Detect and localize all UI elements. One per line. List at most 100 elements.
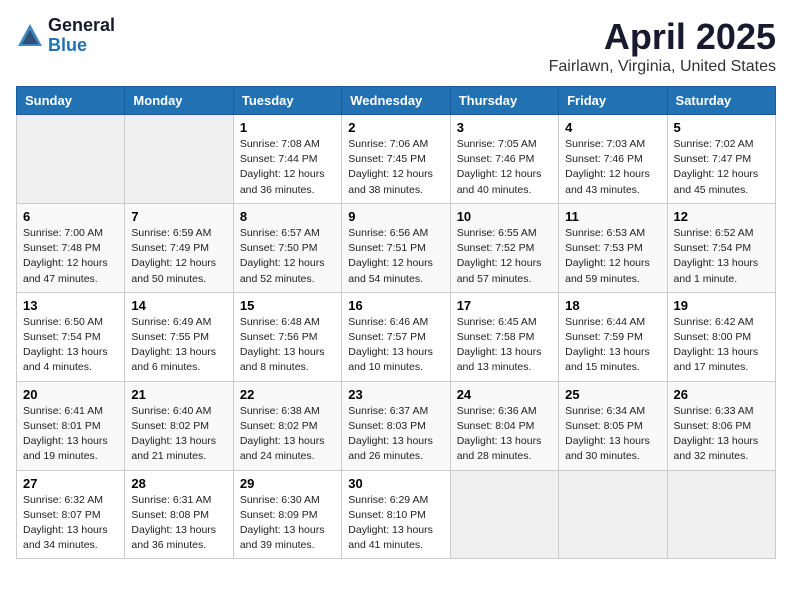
day-cell — [17, 115, 125, 204]
day-number: 21 — [131, 387, 226, 402]
day-info: Sunrise: 6:46 AM Sunset: 7:57 PM Dayligh… — [348, 315, 443, 376]
day-cell: 8 Sunrise: 6:57 AM Sunset: 7:50 PM Daylig… — [233, 203, 341, 292]
day-cell: 13 Sunrise: 6:50 AM Sunset: 7:54 PM Dayli… — [17, 292, 125, 381]
day-info: Sunrise: 6:42 AM Sunset: 8:00 PM Dayligh… — [674, 315, 769, 376]
week-row: 1Sunrise: 7:08 AM Sunset: 7:44 PM Daylig… — [17, 115, 776, 204]
day-cell: 20 Sunrise: 6:41 AM Sunset: 8:01 PM Dayli… — [17, 381, 125, 470]
day-info: Sunrise: 7:00 AM Sunset: 7:48 PM Dayligh… — [23, 226, 118, 287]
header-cell-thursday: Thursday — [450, 87, 558, 115]
day-cell: 27 Sunrise: 6:32 AM Sunset: 8:07 PM Dayli… — [17, 470, 125, 559]
day-info: Sunrise: 7:03 AM Sunset: 7:46 PM Dayligh… — [565, 137, 660, 198]
day-cell: 16 Sunrise: 6:46 AM Sunset: 7:57 PM Dayli… — [342, 292, 450, 381]
day-info: Sunrise: 6:37 AM Sunset: 8:03 PM Dayligh… — [348, 404, 443, 465]
day-info: Sunrise: 6:57 AM Sunset: 7:50 PM Dayligh… — [240, 226, 335, 287]
week-row: 6 Sunrise: 7:00 AM Sunset: 7:48 PM Daylig… — [17, 203, 776, 292]
day-number: 12 — [674, 209, 769, 224]
logo-text: General Blue — [48, 16, 115, 56]
day-info: Sunrise: 6:50 AM Sunset: 7:54 PM Dayligh… — [23, 315, 118, 376]
day-cell: 17 Sunrise: 6:45 AM Sunset: 7:58 PM Dayli… — [450, 292, 558, 381]
week-row: 20 Sunrise: 6:41 AM Sunset: 8:01 PM Dayli… — [17, 381, 776, 470]
day-info: Sunrise: 6:33 AM Sunset: 8:06 PM Dayligh… — [674, 404, 769, 465]
day-cell: 3Sunrise: 7:05 AM Sunset: 7:46 PM Daylig… — [450, 115, 558, 204]
day-info: Sunrise: 6:38 AM Sunset: 8:02 PM Dayligh… — [240, 404, 335, 465]
header-cell-tuesday: Tuesday — [233, 87, 341, 115]
day-number: 2 — [348, 120, 443, 135]
day-cell: 21 Sunrise: 6:40 AM Sunset: 8:02 PM Dayli… — [125, 381, 233, 470]
day-number: 3 — [457, 120, 552, 135]
day-number: 8 — [240, 209, 335, 224]
day-cell: 6 Sunrise: 7:00 AM Sunset: 7:48 PM Daylig… — [17, 203, 125, 292]
day-info: Sunrise: 6:32 AM Sunset: 8:07 PM Dayligh… — [23, 493, 118, 554]
day-number: 16 — [348, 298, 443, 313]
day-info: Sunrise: 6:36 AM Sunset: 8:04 PM Dayligh… — [457, 404, 552, 465]
day-info: Sunrise: 6:45 AM Sunset: 7:58 PM Dayligh… — [457, 315, 552, 376]
day-info: Sunrise: 6:41 AM Sunset: 8:01 PM Dayligh… — [23, 404, 118, 465]
day-number: 17 — [457, 298, 552, 313]
day-number: 27 — [23, 476, 118, 491]
day-info: Sunrise: 6:49 AM Sunset: 7:55 PM Dayligh… — [131, 315, 226, 376]
day-info: Sunrise: 6:55 AM Sunset: 7:52 PM Dayligh… — [457, 226, 552, 287]
day-info: Sunrise: 6:34 AM Sunset: 8:05 PM Dayligh… — [565, 404, 660, 465]
header-cell-sunday: Sunday — [17, 87, 125, 115]
day-info: Sunrise: 6:52 AM Sunset: 7:54 PM Dayligh… — [674, 226, 769, 287]
day-cell: 2 Sunrise: 7:06 AM Sunset: 7:45 PM Daylig… — [342, 115, 450, 204]
day-info: Sunrise: 6:31 AM Sunset: 8:08 PM Dayligh… — [131, 493, 226, 554]
day-number: 4 — [565, 120, 660, 135]
day-cell: 25Sunrise: 6:34 AM Sunset: 8:05 PM Dayli… — [559, 381, 667, 470]
day-info: Sunrise: 6:44 AM Sunset: 7:59 PM Dayligh… — [565, 315, 660, 376]
day-number: 26 — [674, 387, 769, 402]
day-number: 13 — [23, 298, 118, 313]
day-cell: 7Sunrise: 6:59 AM Sunset: 7:49 PM Daylig… — [125, 203, 233, 292]
day-cell: 9Sunrise: 6:56 AM Sunset: 7:51 PM Daylig… — [342, 203, 450, 292]
day-cell: 26 Sunrise: 6:33 AM Sunset: 8:06 PM Dayli… — [667, 381, 775, 470]
day-cell: 1Sunrise: 7:08 AM Sunset: 7:44 PM Daylig… — [233, 115, 341, 204]
day-number: 20 — [23, 387, 118, 402]
day-number: 24 — [457, 387, 552, 402]
day-info: Sunrise: 6:48 AM Sunset: 7:56 PM Dayligh… — [240, 315, 335, 376]
day-cell: 30 Sunrise: 6:29 AM Sunset: 8:10 PM Dayli… — [342, 470, 450, 559]
day-number: 19 — [674, 298, 769, 313]
day-info: Sunrise: 6:29 AM Sunset: 8:10 PM Dayligh… — [348, 493, 443, 554]
day-cell: 14Sunrise: 6:49 AM Sunset: 7:55 PM Dayli… — [125, 292, 233, 381]
day-number: 29 — [240, 476, 335, 491]
day-cell: 12 Sunrise: 6:52 AM Sunset: 7:54 PM Dayli… — [667, 203, 775, 292]
day-number: 23 — [348, 387, 443, 402]
day-info: Sunrise: 6:59 AM Sunset: 7:49 PM Dayligh… — [131, 226, 226, 287]
day-number: 30 — [348, 476, 443, 491]
subtitle: Fairlawn, Virginia, United States — [549, 58, 776, 76]
main-title: April 2025 — [549, 16, 776, 58]
title-block: April 2025 Fairlawn, Virginia, United St… — [549, 16, 776, 76]
header-row: SundayMondayTuesdayWednesdayThursdayFrid… — [17, 87, 776, 115]
day-cell: 10 Sunrise: 6:55 AM Sunset: 7:52 PM Dayli… — [450, 203, 558, 292]
day-cell — [559, 470, 667, 559]
day-info: Sunrise: 6:53 AM Sunset: 7:53 PM Dayligh… — [565, 226, 660, 287]
day-number: 6 — [23, 209, 118, 224]
day-cell — [667, 470, 775, 559]
day-cell: 24 Sunrise: 6:36 AM Sunset: 8:04 PM Dayli… — [450, 381, 558, 470]
calendar-table: SundayMondayTuesdayWednesdayThursdayFrid… — [16, 86, 776, 559]
header-cell-friday: Friday — [559, 87, 667, 115]
day-info: Sunrise: 6:40 AM Sunset: 8:02 PM Dayligh… — [131, 404, 226, 465]
logo: General Blue — [16, 16, 115, 56]
day-number: 1 — [240, 120, 335, 135]
calendar-body: 1Sunrise: 7:08 AM Sunset: 7:44 PM Daylig… — [17, 115, 776, 559]
header-cell-saturday: Saturday — [667, 87, 775, 115]
week-row: 27 Sunrise: 6:32 AM Sunset: 8:07 PM Dayli… — [17, 470, 776, 559]
day-number: 22 — [240, 387, 335, 402]
day-cell: 4 Sunrise: 7:03 AM Sunset: 7:46 PM Daylig… — [559, 115, 667, 204]
day-cell: 5Sunrise: 7:02 AM Sunset: 7:47 PM Daylig… — [667, 115, 775, 204]
day-number: 10 — [457, 209, 552, 224]
header-cell-monday: Monday — [125, 87, 233, 115]
day-cell: 18 Sunrise: 6:44 AM Sunset: 7:59 PM Dayli… — [559, 292, 667, 381]
logo-icon — [16, 22, 44, 50]
logo-general: General — [48, 16, 115, 36]
header-cell-wednesday: Wednesday — [342, 87, 450, 115]
header: General Blue April 2025 Fairlawn, Virgin… — [16, 16, 776, 76]
day-number: 18 — [565, 298, 660, 313]
day-info: Sunrise: 6:30 AM Sunset: 8:09 PM Dayligh… — [240, 493, 335, 554]
logo-blue: Blue — [48, 36, 115, 56]
day-cell: 28 Sunrise: 6:31 AM Sunset: 8:08 PM Dayli… — [125, 470, 233, 559]
day-info: Sunrise: 7:06 AM Sunset: 7:45 PM Dayligh… — [348, 137, 443, 198]
day-number: 5 — [674, 120, 769, 135]
day-number: 28 — [131, 476, 226, 491]
